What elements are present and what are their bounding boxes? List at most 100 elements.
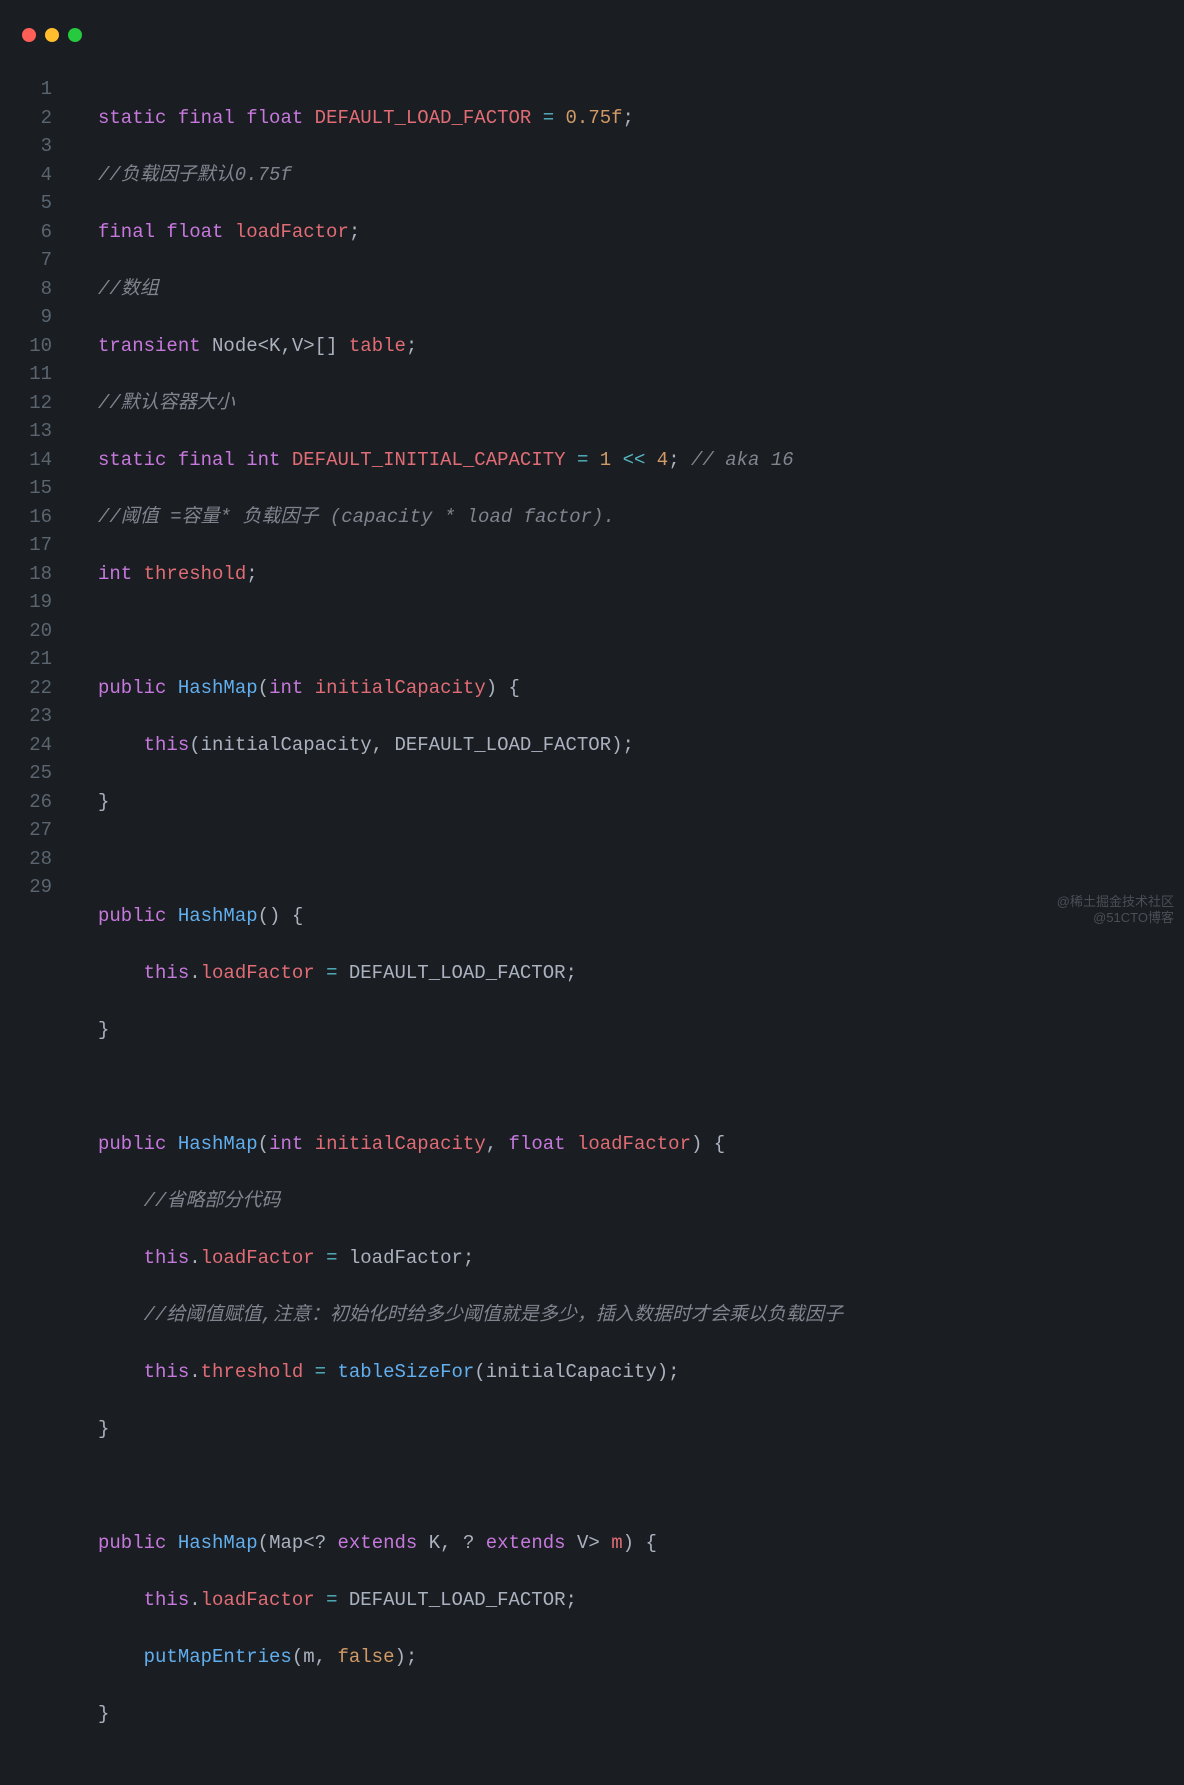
punct: } <box>98 791 109 813</box>
code-line: transient Node<K,V>[] table; <box>98 332 843 361</box>
line-number: 8 <box>0 275 52 304</box>
line-number: 7 <box>0 246 52 275</box>
comment: //负载因子默认0.75f <box>98 164 292 186</box>
punct: } <box>98 1019 109 1041</box>
code-line: //负载因子默认0.75f <box>98 161 843 190</box>
code-line: this.loadFactor = loadFactor; <box>98 1244 843 1273</box>
line-number: 5 <box>0 189 52 218</box>
keyword: extends <box>486 1532 566 1554</box>
punct: [] <box>315 335 338 357</box>
identifier: m <box>303 1646 314 1668</box>
keyword: this <box>144 734 190 756</box>
minimize-icon[interactable] <box>45 28 59 42</box>
keyword: public <box>98 677 166 699</box>
punct: ( <box>189 734 200 756</box>
type-param: V <box>577 1532 588 1554</box>
code-line: this.threshold = tableSizeFor(initialCap… <box>98 1358 843 1387</box>
punct: ; <box>349 221 360 243</box>
operator: = <box>315 1361 326 1383</box>
code-line <box>98 617 843 646</box>
line-number: 4 <box>0 161 52 190</box>
punct: < <box>258 335 269 357</box>
type-param: V <box>292 335 303 357</box>
punct: , <box>315 1646 326 1668</box>
punct: ; <box>623 107 634 129</box>
line-number: 9 <box>0 303 52 332</box>
line-number: 20 <box>0 617 52 646</box>
code-window: 1234567891011121314151617181920212223242… <box>0 0 1184 932</box>
identifier: DEFAULT_INITIAL_CAPACITY <box>292 449 566 471</box>
line-number: 23 <box>0 702 52 731</box>
keyword: transient <box>98 335 201 357</box>
line-number: 11 <box>0 360 52 389</box>
line-number: 2 <box>0 104 52 133</box>
identifier: threshold <box>201 1361 304 1383</box>
punct: . <box>189 962 200 984</box>
punct: ( <box>292 1646 303 1668</box>
line-number: 6 <box>0 218 52 247</box>
keyword: public <box>98 905 166 927</box>
code-line: public HashMap(int initialCapacity, floa… <box>98 1130 843 1159</box>
code-line: //默认容器大小 <box>98 389 843 418</box>
function-call: putMapEntries <box>144 1646 292 1668</box>
identifier: loadFactor <box>349 1247 463 1269</box>
code-line: //省略部分代码 <box>98 1187 843 1216</box>
comment: //数组 <box>98 278 159 300</box>
punct: ) <box>486 677 497 699</box>
line-number: 25 <box>0 759 52 788</box>
punct: ? <box>463 1532 474 1554</box>
keyword: static <box>98 107 166 129</box>
identifier: DEFAULT_LOAD_FACTOR <box>315 107 532 129</box>
keyword: static <box>98 449 166 471</box>
keyword: final <box>98 221 155 243</box>
punct: . <box>189 1589 200 1611</box>
window-titlebar <box>0 0 1184 50</box>
identifier: DEFAULT_LOAD_FACTOR <box>349 962 566 984</box>
parameter: loadFactor <box>577 1133 691 1155</box>
operator: = <box>326 1247 337 1269</box>
identifier: loadFactor <box>235 221 349 243</box>
type: int <box>98 563 132 585</box>
line-number: 18 <box>0 560 52 589</box>
punct: ; <box>668 449 679 471</box>
punct: ) <box>691 1133 702 1155</box>
punct: , <box>486 1133 497 1155</box>
identifier: loadFactor <box>201 962 315 984</box>
punct: { <box>714 1133 725 1155</box>
line-number: 29 <box>0 873 52 902</box>
code-line: } <box>98 1415 843 1444</box>
keyword: public <box>98 1532 166 1554</box>
code-line: } <box>98 1700 843 1729</box>
boolean: false <box>337 1646 394 1668</box>
function-name: HashMap <box>178 1133 258 1155</box>
identifier: initialCapacity <box>201 734 372 756</box>
code-line: } <box>98 1016 843 1045</box>
punct: ( <box>258 1133 269 1155</box>
watermark: @稀土掘金技术社区 @51CTO博客 <box>1057 894 1174 926</box>
identifier: initialCapacity <box>486 1361 657 1383</box>
code-line: final float loadFactor; <box>98 218 843 247</box>
code-line: int threshold; <box>98 560 843 589</box>
line-number: 22 <box>0 674 52 703</box>
line-number: 28 <box>0 845 52 874</box>
parameter: initialCapacity <box>315 677 486 699</box>
punct: ( <box>258 677 269 699</box>
type: Map <box>269 1532 303 1554</box>
code-line: putMapEntries(m, false); <box>98 1643 843 1672</box>
punct: . <box>189 1361 200 1383</box>
code-line: public HashMap(int initialCapacity) { <box>98 674 843 703</box>
line-number: 21 <box>0 645 52 674</box>
keyword: this <box>144 1247 190 1269</box>
punct: ( <box>258 1532 269 1554</box>
punct: , <box>440 1532 451 1554</box>
punct: ) <box>657 1361 668 1383</box>
line-number: 27 <box>0 816 52 845</box>
function-call: tableSizeFor <box>337 1361 474 1383</box>
number: 0.75f <box>566 107 623 129</box>
type: float <box>509 1133 566 1155</box>
maximize-icon[interactable] <box>68 28 82 42</box>
punct: ( <box>474 1361 485 1383</box>
number: 4 <box>657 449 668 471</box>
close-icon[interactable] <box>22 28 36 42</box>
type-param: K <box>429 1532 440 1554</box>
